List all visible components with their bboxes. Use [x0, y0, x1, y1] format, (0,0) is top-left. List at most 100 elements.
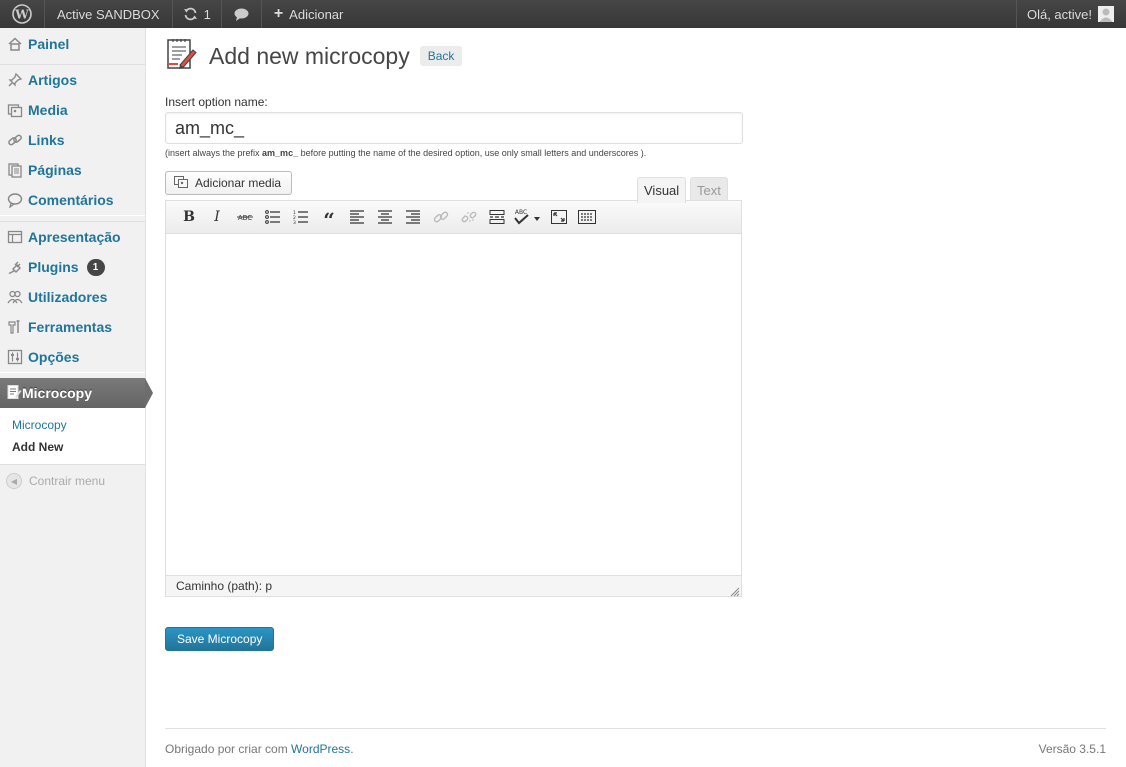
editor-path: Caminho (path): p	[176, 579, 273, 593]
pin-icon	[6, 71, 24, 89]
hint-text-before: (insert always the prefix	[165, 148, 263, 158]
version-text: Versão 3.5.1	[1038, 742, 1106, 756]
settings-icon	[6, 348, 24, 366]
menu-item-label: Utilizadores	[28, 289, 108, 305]
blockquote-icon[interactable]: “	[315, 207, 343, 232]
menu-item-label: Links	[28, 132, 65, 148]
menu-item-painel[interactable]: Painel	[0, 29, 145, 59]
footer-thanks: Obrigado por criar com WordPress.	[165, 742, 354, 756]
menu-item-opcoes[interactable]: Opções	[0, 342, 145, 372]
svg-text:3: 3	[293, 220, 296, 224]
editor-content-area[interactable]	[166, 234, 741, 576]
menu-item-label: Microcopy	[22, 385, 93, 401]
collapse-arrow-icon: ◀	[6, 473, 22, 489]
footer-thanks-end: .	[350, 742, 354, 756]
numbered-list-icon[interactable]: 123	[287, 207, 315, 227]
menu-item-microcopy[interactable]: Microcopy	[0, 378, 153, 408]
menu-item-links[interactable]: Links	[0, 125, 145, 155]
svg-text:ABC: ABC	[238, 214, 252, 222]
add-media-label: Adicionar media	[195, 176, 282, 190]
option-name-input[interactable]	[165, 112, 743, 144]
wordpress-logo-icon[interactable]: W	[0, 0, 45, 28]
menu-item-apresentacao[interactable]: Apresentação	[0, 222, 145, 252]
add-media-icon	[174, 175, 189, 192]
admin-bar: W Active SANDBOX 1 + Adicionar Olá, acti…	[0, 0, 1126, 28]
site-name-link[interactable]: Active SANDBOX	[45, 0, 173, 28]
unlink-icon[interactable]	[455, 207, 483, 227]
menu-item-media[interactable]: Media	[0, 95, 145, 125]
bold-icon[interactable]: B	[175, 207, 203, 227]
strikethrough-icon[interactable]: ABC	[231, 207, 259, 227]
menu-item-label: Painel	[28, 36, 70, 52]
edit-icon	[6, 384, 22, 403]
page-header: Add new microcopy Back	[165, 38, 1106, 74]
collapse-menu-label: Contrair menu	[29, 474, 106, 488]
updates-link[interactable]: 1	[173, 0, 222, 28]
hint-text-after: before putting the name of the desired o…	[298, 148, 647, 158]
fullscreen-icon[interactable]	[545, 207, 573, 227]
italic-icon[interactable]: I	[203, 207, 231, 227]
plugin-update-badge: 1	[86, 258, 105, 276]
menu-item-utilizadores[interactable]: Utilizadores	[0, 282, 145, 312]
edit-page-icon	[165, 38, 199, 75]
menu-item-plugins[interactable]: Plugins 1	[0, 252, 145, 282]
svg-text:W: W	[14, 8, 29, 22]
submenu-item-add-new[interactable]: Add New	[12, 436, 145, 458]
insert-more-icon[interactable]	[483, 207, 511, 227]
bullet-list-icon[interactable]	[259, 207, 287, 227]
tools-icon	[6, 318, 24, 336]
editor-statusbar: Caminho (path): p	[166, 575, 741, 596]
main-content: Add new microcopy Back Insert option nam…	[165, 28, 1106, 651]
menu-item-label: Apresentação	[28, 229, 121, 245]
site-name-text: Active SANDBOX	[57, 6, 160, 22]
menu-item-label: Media	[28, 102, 68, 118]
align-center-icon[interactable]	[371, 207, 399, 227]
updates-icon	[183, 7, 198, 21]
appearance-icon	[6, 228, 24, 246]
align-left-icon[interactable]	[343, 207, 371, 227]
new-content-link[interactable]: + Adicionar	[262, 0, 356, 28]
settings-menu-group: Apresentação Plugins 1 Utilizadores Ferr…	[0, 221, 145, 373]
admin-menu: Painel Artigos Media Links Páginas Comen…	[0, 28, 153, 767]
plus-icon: +	[273, 5, 284, 22]
plugin-icon	[6, 258, 24, 276]
dashboard-icon	[6, 35, 24, 53]
align-right-icon[interactable]	[399, 207, 427, 227]
svg-text:ABC: ABC	[515, 209, 527, 216]
menu-item-label: Plugins	[28, 259, 79, 275]
menu-item-comentarios[interactable]: Comentários	[0, 185, 145, 215]
users-icon	[6, 288, 24, 306]
option-name-hint: (insert always the prefix am_mc_ before …	[165, 148, 1106, 158]
hint-prefix: am_mc_	[262, 148, 299, 158]
comments-link[interactable]	[222, 0, 262, 28]
content-editor: B I ABC 123 “ ABC Caminho (path): p	[165, 200, 742, 597]
footer: Obrigado por criar com WordPress. Versão…	[165, 728, 1106, 756]
tab-text[interactable]: Text	[690, 177, 728, 202]
kitchen-sink-icon[interactable]	[573, 207, 601, 227]
back-button[interactable]: Back	[419, 46, 463, 66]
greeting-text: Olá, active!	[1026, 6, 1092, 22]
menu-item-label: Opções	[28, 349, 80, 365]
menu-item-label: Comentários	[28, 192, 114, 208]
menu-item-label: Ferramentas	[28, 319, 113, 335]
insert-link-icon[interactable]	[427, 207, 455, 227]
menu-item-artigos[interactable]: Artigos	[0, 65, 145, 95]
add-new-label: Adicionar	[289, 6, 344, 22]
menu-item-label: Artigos	[28, 72, 77, 88]
editor-tools: Adicionar media Visual Text	[165, 171, 742, 203]
my-account-link[interactable]: Olá, active!	[1015, 0, 1126, 28]
tab-visual[interactable]: Visual	[637, 177, 687, 203]
add-media-button[interactable]: Adicionar media	[165, 171, 293, 195]
collapse-menu-button[interactable]: ◀ Contrair menu	[0, 473, 145, 489]
menu-item-label: Páginas	[28, 162, 82, 178]
page-title: Add new microcopy	[209, 42, 410, 69]
resize-handle-icon[interactable]	[730, 585, 740, 597]
wordpress-link[interactable]: WordPress	[291, 742, 350, 756]
menu-item-ferramentas[interactable]: Ferramentas	[0, 312, 145, 342]
menu-item-paginas[interactable]: Páginas	[0, 155, 145, 185]
editor-toolbar: B I ABC 123 “ ABC	[166, 201, 741, 234]
spellcheck-icon[interactable]: ABC	[511, 207, 545, 227]
updates-count: 1	[203, 6, 211, 22]
submenu-item-microcopy[interactable]: Microcopy	[12, 414, 145, 436]
save-microcopy-button[interactable]: Save Microcopy	[165, 627, 275, 651]
